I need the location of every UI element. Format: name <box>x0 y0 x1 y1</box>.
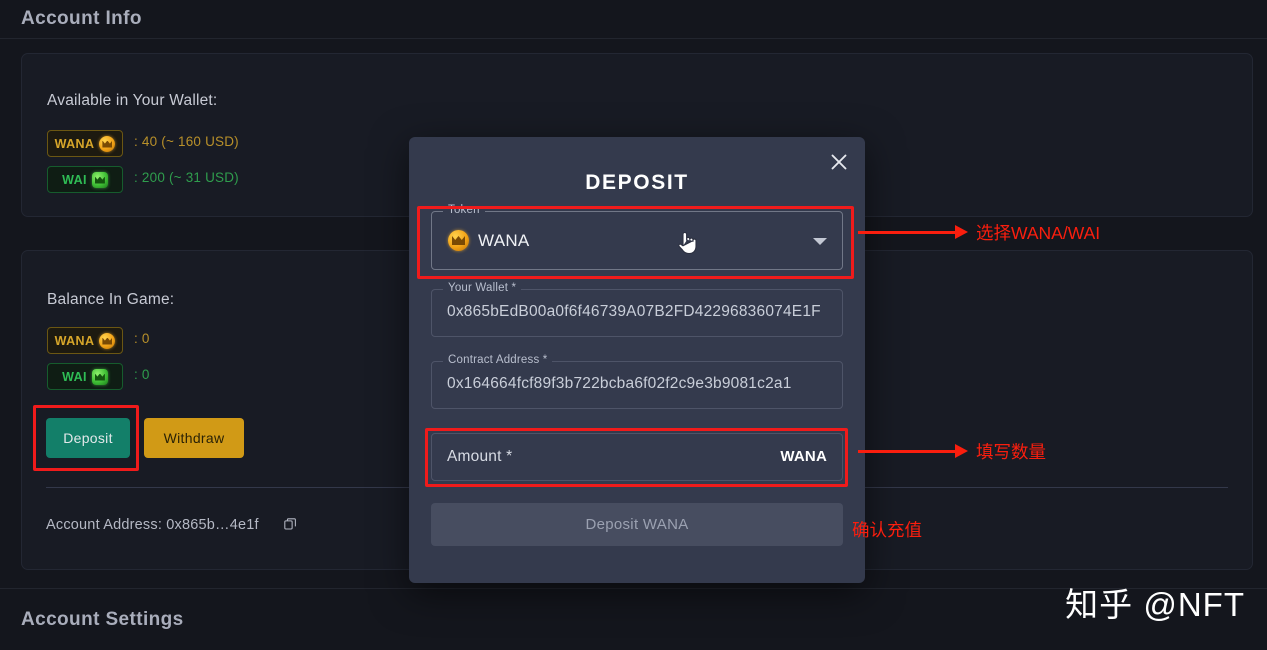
annotation-arrow-amount <box>858 444 968 458</box>
token-field-label: Token <box>443 204 485 216</box>
pointing-hand-cursor <box>678 231 697 255</box>
annotation-confirm-text: 确认充值 <box>852 520 922 540</box>
token-select[interactable]: Token WANA <box>431 204 843 270</box>
contract-address-field-label: Contract Address * <box>443 354 553 366</box>
chip-wai-wallet: WAI <box>47 166 123 193</box>
modal-title: DEPOSIT <box>585 171 689 194</box>
amount-wana-wallet: : 40 (~ 160 USD) <box>134 134 239 149</box>
deposit-wana-submit-button[interactable]: Deposit WANA <box>431 503 843 546</box>
amount-placeholder: Amount * <box>447 448 513 465</box>
available-wallet-label: Available in Your Wallet: <box>47 92 218 109</box>
gold-coin-icon <box>99 332 116 349</box>
account-address-text: Account Address: 0x865b…4e1f <box>46 517 259 533</box>
amount-wana-balance: : 0 <box>134 331 150 346</box>
gold-coin-icon <box>99 135 116 152</box>
divider-top <box>0 38 1267 39</box>
your-wallet-value: 0x865bEdB00a0f6f46739A07B2FD42296836074E… <box>447 303 821 320</box>
contract-address-field[interactable]: Contract Address * 0x164664fcf89f3b722bc… <box>431 354 843 409</box>
token-selected-value: WANA <box>448 230 530 251</box>
amount-wai-wallet: : 200 (~ 31 USD) <box>134 170 239 185</box>
deposit-modal: DEPOSIT Token WANA Your Wallet * 0x865bE… <box>409 137 865 583</box>
green-coin-icon <box>91 171 108 188</box>
copy-icon[interactable] <box>284 518 297 531</box>
chip-wana-label: WANA <box>54 333 95 348</box>
deposit-button[interactable]: Deposit <box>46 418 130 458</box>
chip-wana-balance: WANA <box>47 327 123 354</box>
watermark: 知乎 @NFT <box>1065 586 1245 623</box>
token-name-label: WANA <box>478 230 530 250</box>
amount-input[interactable]: Amount * WANA <box>431 433 843 481</box>
chip-wai-label: WAI <box>62 172 87 187</box>
amount-unit-label: WANA <box>780 448 827 465</box>
your-wallet-field-label: Your Wallet * <box>443 282 522 294</box>
chip-wai-balance: WAI <box>47 363 123 390</box>
annotation-amount-text: 填写数量 <box>976 442 1046 462</box>
your-wallet-field[interactable]: Your Wallet * 0x865bEdB00a0f6f46739A07B2… <box>431 282 843 337</box>
annotation-token-text: 选择WANA/WAI <box>976 223 1101 243</box>
withdraw-button[interactable]: Withdraw <box>144 418 244 458</box>
chevron-down-icon[interactable] <box>813 238 827 245</box>
green-coin-icon <box>91 368 108 385</box>
chip-wai-label: WAI <box>62 369 87 384</box>
chip-wana-wallet: WANA <box>47 130 123 157</box>
app-root: Account Info Available in Your Wallet: W… <box>0 0 1267 650</box>
gold-coin-icon <box>448 230 469 251</box>
chip-wana-label: WANA <box>54 136 95 151</box>
balance-in-game-label: Balance In Game: <box>47 291 175 308</box>
annotation-arrow-token <box>858 225 968 239</box>
page-title-account-info: Account Info <box>21 8 142 29</box>
contract-address-value: 0x164664fcf89f3b722bcba6f02f2c9e3b9081c2… <box>447 375 792 392</box>
amount-wai-balance: : 0 <box>134 367 150 382</box>
page-title-account-settings: Account Settings <box>21 609 184 630</box>
